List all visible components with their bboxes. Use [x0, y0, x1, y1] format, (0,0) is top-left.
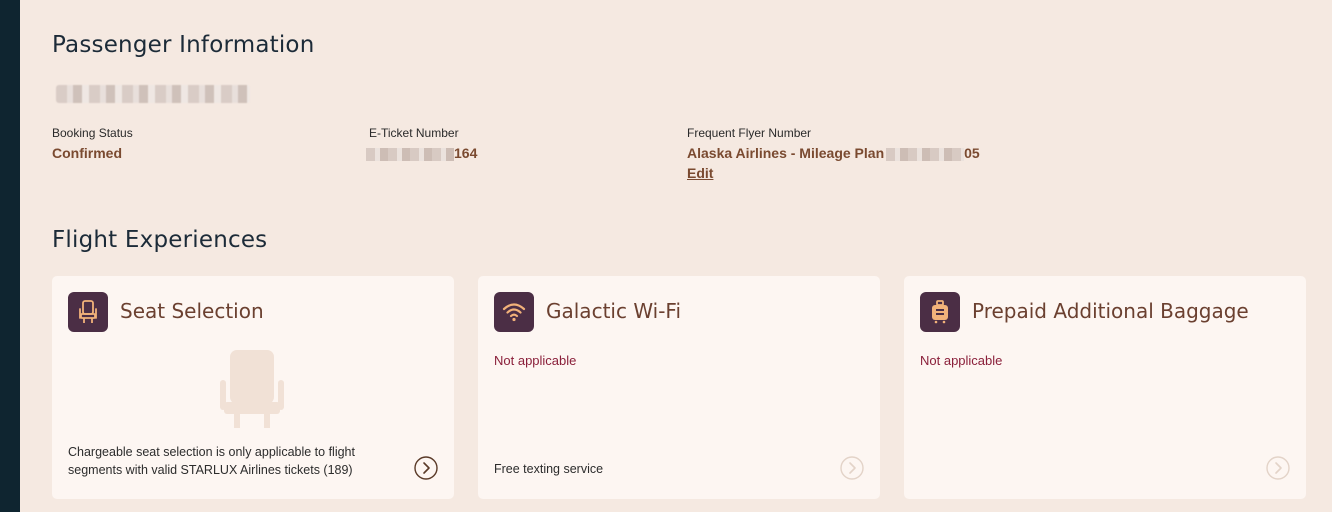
passenger-information-title: Passenger Information — [52, 32, 315, 58]
baggage-not-applicable-note: Not applicable — [920, 353, 1003, 368]
eticket-redacted — [366, 147, 454, 161]
booking-status-field: Booking Status Confirmed — [52, 126, 133, 161]
left-rail — [0, 0, 20, 512]
seat-selection-description: Chargeable seat selection is only applic… — [68, 445, 355, 477]
eticket-value: 164 — [366, 145, 478, 161]
seat-selection-title: Seat Selection — [120, 299, 264, 323]
eticket-field: E-Ticket Number 164 — [366, 126, 478, 161]
seat-selection-arrow-icon[interactable] — [414, 456, 438, 480]
prepaid-baggage-title: Prepaid Additional Baggage — [972, 299, 1249, 323]
frequent-flyer-value: Alaska Airlines - Mileage Plan 05 — [687, 145, 980, 161]
galactic-wifi-card[interactable]: Galactic Wi-Fi Not applicable Free texti… — [478, 276, 880, 499]
seat-selection-card[interactable]: Seat Selection Chargeable seat selection… — [52, 276, 454, 499]
frequent-flyer-label: Frequent Flyer Number — [687, 126, 812, 140]
eticket-suffix: 164 — [454, 145, 478, 161]
edit-frequent-flyer-link[interactable]: Edit — [687, 165, 980, 181]
galactic-wifi-title: Galactic Wi-Fi — [546, 299, 682, 323]
baggage-icon — [920, 292, 960, 332]
flight-experiences-title: Flight Experiences — [52, 227, 268, 253]
wifi-description: Free texting service — [494, 462, 604, 476]
frequent-flyer-program: Alaska Airlines - Mileage Plan — [687, 145, 885, 161]
wifi-arrow-icon[interactable] — [840, 456, 864, 480]
eticket-label: E-Ticket Number — [369, 126, 459, 140]
baggage-arrow-icon[interactable] — [1266, 456, 1290, 480]
frequent-flyer-field: Frequent Flyer Number Alaska Airlines - … — [687, 126, 980, 181]
booking-status-value: Confirmed — [52, 145, 122, 161]
booking-status-label: Booking Status — [52, 126, 133, 140]
wifi-icon — [494, 292, 534, 332]
passenger-name-redacted — [56, 85, 250, 103]
frequent-flyer-redacted — [886, 147, 965, 161]
prepaid-baggage-card[interactable]: Prepaid Additional Baggage Not applicabl… — [904, 276, 1306, 499]
seat-icon — [68, 292, 108, 332]
seat-illustration-icon — [220, 350, 284, 428]
wifi-not-applicable-note: Not applicable — [494, 353, 577, 368]
frequent-flyer-suffix: 05 — [964, 145, 980, 161]
